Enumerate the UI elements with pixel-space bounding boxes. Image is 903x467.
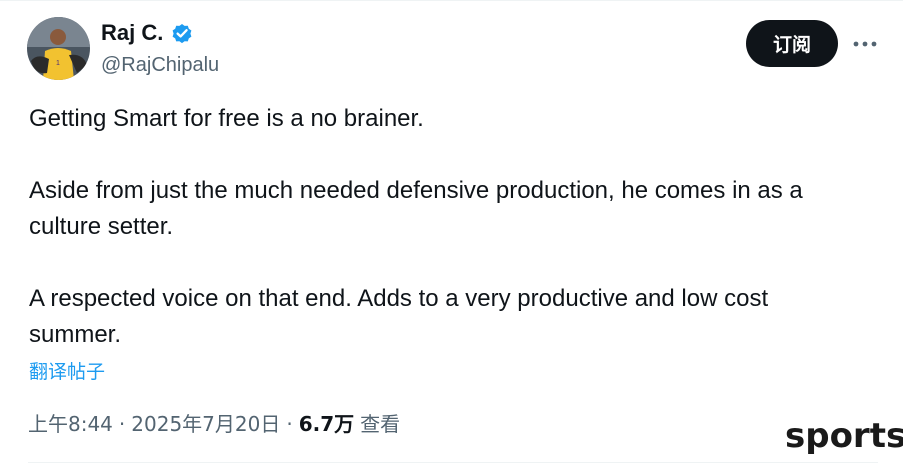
verified-badge-icon[interactable] — [170, 21, 194, 45]
author-display-name[interactable]: Raj C. — [101, 18, 163, 48]
tweet-paragraph: summer. — [29, 321, 122, 348]
sports-watermark: sports — [785, 416, 903, 456]
tweet-paragraph: A respected voice on that end. Adds to a… — [29, 285, 769, 312]
tweet-meta: 上午8:44 · 2025年7月20日 · 6.7万 查看 — [28, 409, 400, 439]
subscribe-button[interactable]: 订阅 — [746, 20, 838, 67]
tweet-text: Getting Smart for free is a no brainer. … — [29, 101, 889, 353]
translate-post-link[interactable]: 翻译帖子 — [29, 359, 105, 385]
views-label[interactable]: 查看 — [360, 409, 400, 439]
avatar[interactable]: 1 — [27, 17, 90, 80]
views-count[interactable]: 6.7万 — [299, 409, 354, 439]
tweet-card: 1 Raj C. @RajChipalu 订阅 Getting Smart fo… — [0, 0, 903, 467]
tweet-paragraph: Getting Smart for free is a no brainer. — [29, 105, 424, 132]
top-divider — [0, 0, 903, 1]
tweet-paragraph: culture setter. — [29, 213, 174, 240]
svg-text:1: 1 — [56, 60, 60, 67]
author-handle[interactable]: @RajChipalu — [101, 50, 219, 80]
tweet-date[interactable]: 2025年7月20日 — [131, 409, 280, 439]
bottom-divider — [28, 462, 878, 463]
tweet-time[interactable]: 上午8:44 — [28, 409, 113, 439]
more-options-icon[interactable] — [850, 30, 880, 58]
meta-separator: · — [118, 412, 126, 436]
author-block: Raj C. @RajChipalu — [101, 18, 219, 80]
meta-separator: · — [286, 412, 293, 436]
tweet-paragraph: Aside from just the much needed defensiv… — [29, 177, 803, 204]
